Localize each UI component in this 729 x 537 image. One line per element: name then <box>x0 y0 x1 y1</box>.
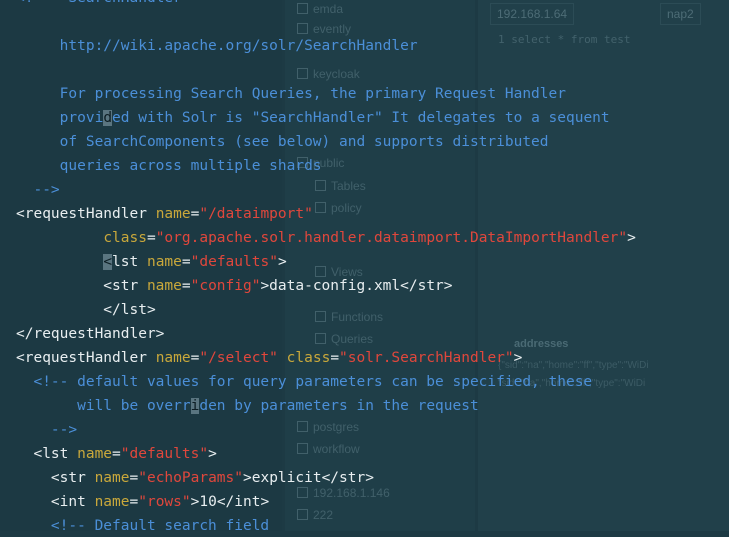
code-token: will be overr <box>16 398 191 414</box>
code-token: http://wiki.apache.org/solr/SearchHandle… <box>16 38 418 54</box>
code-token: provi <box>16 110 104 126</box>
code-token: = <box>330 350 340 366</box>
code-token: > <box>208 446 217 462</box>
code-line: <str name="config">data-config.xml</str> <box>16 275 453 297</box>
code-token: = <box>129 470 139 486</box>
code-token: <!-- Default search field <box>16 518 270 534</box>
code-token: <requestHandler <box>16 350 156 366</box>
code-line: of SearchComponents (see below) and supp… <box>16 131 549 153</box>
code-token: --> <box>16 182 60 198</box>
code-token: > <box>513 350 523 366</box>
code-line: </requestHandler> <box>16 323 164 345</box>
code-line: <!-- SearchHandler <box>16 0 182 9</box>
code-token: >explicit</str> <box>243 470 374 486</box>
code-token: <str <box>16 470 95 486</box>
code-token: name <box>146 254 182 270</box>
code-token: <requestHandler <box>16 206 156 222</box>
code-token: "defaults" <box>120 446 209 462</box>
code-line: <!-- Default search field <box>16 515 269 537</box>
code-token: "solr.SearchHandler" <box>339 350 514 366</box>
code-token: name <box>94 470 130 486</box>
code-token: class <box>103 230 147 246</box>
code-token: "/select" <box>199 350 278 366</box>
code-token: = <box>112 446 121 462</box>
code-token: <int <box>16 494 95 510</box>
code-token: = <box>181 254 191 270</box>
code-line: <str name="echoParams">explicit</str> <box>16 467 374 489</box>
code-token: den by parameters in the request <box>199 398 479 414</box>
code-line: <lst name="defaults"> <box>16 251 287 273</box>
code-token: </lst> <box>16 302 156 318</box>
code-token: name <box>155 206 191 222</box>
code-token: "config" <box>190 278 261 294</box>
code-line: provided with Solr is "SearchHandler" It… <box>16 107 610 129</box>
code-token: "org.apache.solr.handler.dataimport.Data… <box>155 230 628 246</box>
code-token: = <box>146 230 156 246</box>
code-line: <lst name="defaults"> <box>16 443 217 465</box>
code-token: name <box>155 350 191 366</box>
code-token: "rows" <box>138 494 191 510</box>
code-token: name <box>146 278 182 294</box>
code-token: >10</int> <box>190 494 270 510</box>
text-cursor: < <box>103 254 113 270</box>
code-token: queries across multiple shards <box>16 158 322 174</box>
code-line: queries across multiple shards <box>16 155 322 177</box>
code-line: </lst> <box>16 299 156 321</box>
code-token: = <box>129 494 139 510</box>
code-line: will be overriden by parameters in the r… <box>16 395 479 417</box>
code-token: name <box>77 446 113 462</box>
code-token: "echoParams" <box>138 470 243 486</box>
code-line: class="org.apache.solr.handler.dataimpor… <box>16 227 636 249</box>
text-cursor: d <box>103 110 113 126</box>
code-line: <requestHandler name="/select" class="so… <box>16 347 522 369</box>
code-token: <lst <box>16 446 78 462</box>
code-token: > <box>627 230 636 246</box>
code-token: For processing Search Queries, the prima… <box>16 86 566 102</box>
code-token: = <box>181 278 191 294</box>
code-line: http://wiki.apache.org/solr/SearchHandle… <box>16 35 418 57</box>
code-token: <!-- SearchHandler <box>16 0 182 6</box>
code-token: class <box>286 350 331 366</box>
code-token: ed with Solr is "SearchHandler" It deleg… <box>112 110 610 126</box>
code-token: name <box>94 494 130 510</box>
code-token: </requestHandler> <box>16 326 165 342</box>
code-line: --> <box>16 179 60 201</box>
code-editor[interactable]: <!-- SearchHandler http://wiki.apache.or… <box>0 0 729 534</box>
code-line: <requestHandler name="/dataimport" <box>16 203 313 225</box>
code-token: <!-- default values for query parameters… <box>16 374 593 390</box>
code-token: of SearchComponents (see below) and supp… <box>16 134 549 150</box>
code-token: lst <box>112 254 147 270</box>
code-token: "defaults" <box>190 254 278 270</box>
code-line: <int name="rows">10</int> <box>16 491 269 513</box>
code-line: --> <box>16 419 77 441</box>
code-token: >data-config.xml</str> <box>260 278 453 294</box>
code-token: <str <box>16 278 147 294</box>
code-line: <!-- default values for query parameters… <box>16 371 592 393</box>
code-token: --> <box>16 422 78 438</box>
code-token: "/dataimport" <box>199 206 313 222</box>
code-token: > <box>277 254 287 270</box>
code-line: For processing Search Queries, the prima… <box>16 83 566 105</box>
